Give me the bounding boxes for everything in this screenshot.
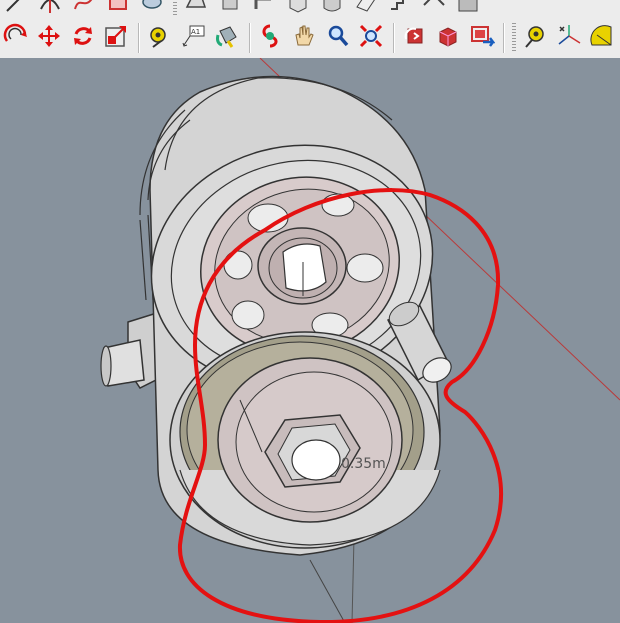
orbit-tool[interactable] (255, 22, 287, 54)
scale-tool[interactable] (101, 22, 133, 54)
previous-view-icon (402, 23, 428, 53)
toolbar-separator (503, 23, 506, 53)
next-view[interactable] (432, 22, 464, 54)
circle-tool[interactable] (136, 0, 168, 15)
cylinder-icon (319, 0, 345, 16)
freehand-tool[interactable] (68, 0, 100, 15)
stairs-icon (387, 0, 413, 16)
tape-measure-tool[interactable] (144, 22, 176, 54)
freehand-icon (71, 0, 97, 16)
follow-me-tool[interactable] (248, 0, 280, 15)
sketchup-window: A1 0.35m (0, 0, 620, 623)
section-icon (353, 0, 379, 16)
text-icon: A1 (180, 23, 206, 53)
toolbar-separator (248, 23, 251, 53)
main-toolbar: A1 (0, 19, 620, 57)
box-icon (285, 0, 311, 16)
model-canvas (100, 58, 620, 623)
toolbar-separator (138, 23, 141, 53)
toolbar-area: A1 (0, 0, 620, 59)
circle-icon (139, 0, 165, 16)
scale-icon (103, 23, 129, 53)
polygon-tool[interactable] (180, 0, 212, 15)
toolbar-grip[interactable] (512, 23, 517, 53)
warehouse-tool[interactable] (452, 0, 484, 15)
move-icon (36, 23, 62, 53)
roof-tool[interactable] (418, 0, 450, 15)
rectangle-icon (105, 0, 131, 16)
cylinder-tool[interactable] (316, 0, 348, 15)
pan-tool[interactable] (288, 22, 320, 54)
zoom-icon (325, 23, 351, 53)
roof-icon (421, 0, 447, 16)
orbit-icon (257, 23, 283, 53)
arc-icon (37, 0, 63, 16)
drawing-viewport[interactable]: 0.35m (0, 58, 620, 623)
stairs-tool[interactable] (384, 0, 416, 15)
push-pull-tool[interactable] (214, 0, 246, 15)
protractor-tool[interactable] (586, 22, 618, 54)
pan-hand-icon (291, 23, 317, 53)
pencil-icon (3, 0, 29, 16)
oil-cooler-model[interactable] (100, 75, 460, 556)
text-tool[interactable]: A1 (178, 22, 210, 54)
get-models[interactable] (466, 22, 498, 54)
dimension-label: 0.35m (341, 456, 386, 472)
warehouse-icon (455, 0, 481, 16)
tape-measure-icon (522, 23, 548, 53)
push-pull-icon (217, 0, 243, 16)
rotate-tool[interactable] (67, 22, 99, 54)
zoom-tool[interactable] (322, 22, 354, 54)
text-tool-label: A1 (191, 28, 200, 36)
zoom-extents-tool[interactable] (355, 22, 387, 54)
polygon-icon (183, 0, 209, 16)
tape-measure-icon (147, 23, 173, 53)
next-view-icon (435, 23, 461, 53)
zoom-extents-icon (358, 23, 384, 53)
box-tool[interactable] (282, 0, 314, 15)
tape-measure-tool-2[interactable] (519, 22, 551, 54)
offset-tool[interactable] (0, 22, 32, 54)
toolbar-grip[interactable] (173, 0, 177, 16)
paint-bucket-tool[interactable] (211, 22, 243, 54)
rotate-icon (70, 23, 96, 53)
paint-bucket-icon (214, 23, 240, 53)
previous-view[interactable] (399, 22, 431, 54)
rectangle-tool[interactable] (102, 0, 134, 15)
follow-me-icon (251, 0, 277, 16)
toolbar-separator (392, 23, 395, 53)
offset-icon (3, 23, 29, 53)
get-models-icon (469, 23, 496, 53)
section-tool[interactable] (350, 0, 382, 15)
line-tool[interactable] (0, 0, 32, 15)
axes-tool[interactable] (553, 22, 585, 54)
axes-icon (556, 23, 582, 53)
protractor-icon (589, 23, 615, 53)
arc-tool[interactable] (34, 0, 66, 15)
drawing-toolbar (0, 0, 620, 16)
move-tool[interactable] (34, 22, 66, 54)
